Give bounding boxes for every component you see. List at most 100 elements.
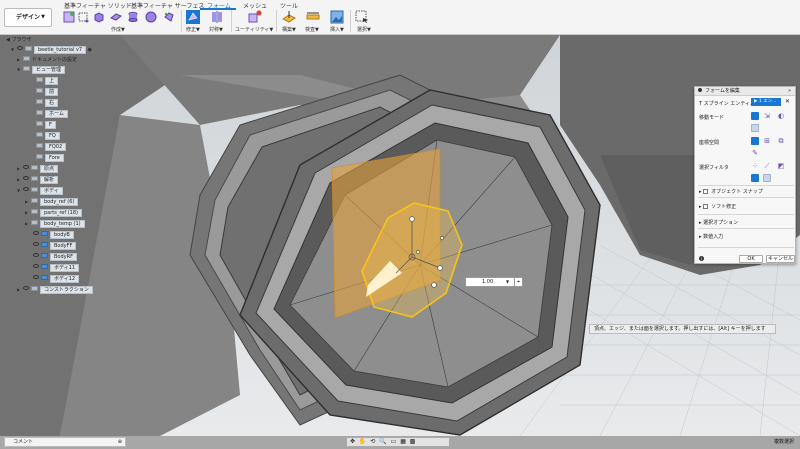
tab-surface[interactable]: 基準フィーチャ サーフェス — [131, 1, 204, 10]
torus-icon[interactable] — [163, 11, 175, 23]
tree-view-fq[interactable]: FQ — [36, 132, 60, 140]
utility-icon[interactable] — [248, 10, 262, 24]
tree-view-right[interactable]: 右 — [36, 99, 59, 107]
object-snap-checkbox[interactable] — [703, 189, 709, 194]
group-insert[interactable]: 挿入▼ — [330, 26, 344, 33]
vertex-filter-icon[interactable]: ⁘ — [751, 162, 759, 170]
numeric-input-row[interactable]: ▸ 数値入力 — [699, 233, 723, 240]
soft-modify-checkbox[interactable] — [703, 204, 709, 209]
group-inspect[interactable]: 検査▼ — [305, 26, 319, 33]
eye-icon[interactable] — [17, 46, 23, 50]
world-space-icon[interactable]: ⊞ — [763, 137, 771, 145]
tree-view-fore[interactable]: Fore — [36, 154, 64, 162]
tree-body-ref[interactable]: ▶ body_ref (6) — [25, 198, 79, 206]
tree-body-12[interactable]: ボディ12 — [33, 275, 80, 283]
selection-options-row[interactable]: ▸ 選択オプション — [699, 219, 738, 226]
parent-space-icon[interactable]: ✎ — [751, 149, 759, 157]
tree-view-fq02[interactable]: FQ02 — [36, 143, 67, 151]
eye-icon[interactable] — [33, 264, 39, 268]
tree-view-front[interactable]: 前 — [36, 88, 59, 96]
eye-icon[interactable] — [23, 165, 29, 169]
selection-options-label: 選択オプション — [703, 220, 739, 226]
translate-icon[interactable]: ⇲ — [763, 112, 771, 120]
divider — [698, 214, 794, 215]
tree-body-b[interactable]: bodyB — [33, 231, 74, 239]
sphere-icon[interactable] — [145, 11, 157, 23]
eye-icon[interactable] — [33, 242, 39, 246]
comments-panel[interactable]: コメント ⊕ — [4, 437, 126, 447]
group-construct[interactable]: 構築▼ — [282, 26, 296, 33]
create-form-icon[interactable] — [63, 11, 75, 23]
body-filter-icon[interactable] — [763, 174, 771, 182]
tree-view-top[interactable]: 上 — [36, 77, 59, 85]
face-filter-icon[interactable]: ◩ — [777, 162, 785, 170]
tree-analysis[interactable]: ▶ 解析 — [17, 176, 59, 184]
eye-icon[interactable] — [23, 176, 29, 180]
dialog-header[interactable]: フォームを編集 » — [695, 87, 795, 96]
info-icon[interactable]: i — [699, 256, 704, 261]
group-utility[interactable]: ユーティリティ▼ — [235, 26, 273, 33]
tree-body-temp[interactable]: ▶ body_temp (1) — [25, 220, 85, 228]
distance-input[interactable]: 1.00 ▼ ⌖ — [465, 277, 523, 287]
multi-transform-icon[interactable] — [751, 112, 759, 120]
tree-body-ff[interactable]: BodyFF — [33, 242, 77, 250]
navigation-bar[interactable]: ✥ ✋ ⟲ 🔍 ▭ ▦ ▩ — [346, 437, 450, 447]
add-comment-icon[interactable]: ⊕ — [118, 438, 122, 446]
tree-root[interactable]: ▼ beetle_tutorial v7 ◉ — [11, 46, 92, 54]
tree-body-rf[interactable]: BodyRF — [33, 253, 77, 261]
object-snap-row[interactable]: ▸ オブジェクト スナップ — [699, 188, 763, 195]
model-scene[interactable]: 右 — [0, 35, 800, 436]
chevron-down-icon[interactable]: ▼ — [506, 278, 509, 286]
group-create[interactable]: 作成▼ — [111, 26, 125, 33]
clear-selection-icon[interactable]: ✕ — [785, 98, 790, 105]
group-symmetry[interactable]: 対称▼ — [209, 26, 223, 33]
soft-modify-row[interactable]: ▸ ソフト修正 — [699, 203, 736, 210]
group-modify[interactable]: 修正▼ — [186, 26, 200, 33]
edge-filter-icon[interactable]: ⟋ — [763, 162, 771, 170]
eye-icon[interactable] — [33, 275, 39, 279]
tree-bodies[interactable]: ▼ ボディ — [17, 187, 63, 195]
workspace-dropdown[interactable]: デザイン ▼ — [4, 8, 52, 27]
eye-icon[interactable] — [33, 253, 39, 257]
all-filter-icon[interactable] — [751, 174, 759, 182]
view-space-icon[interactable] — [751, 137, 759, 145]
plane-icon[interactable] — [110, 11, 122, 23]
sketch-box-icon[interactable] — [77, 11, 89, 23]
select-icon[interactable] — [355, 10, 369, 24]
tree-named-views[interactable]: ▼ ビュー管理 — [17, 66, 66, 74]
tree-doc-settings[interactable]: ▶ ドキュメントの設定 — [17, 56, 77, 64]
local-space-icon[interactable]: ⧉ — [777, 137, 785, 145]
eye-icon[interactable] — [23, 286, 29, 290]
pin-icon[interactable]: ⌖ — [514, 278, 522, 286]
tree-label: コンストラクション — [40, 286, 93, 294]
construct-icon[interactable] — [282, 10, 296, 24]
tab-solid[interactable]: 基準フィーチャ ソリッド — [64, 1, 132, 10]
tree-body-11[interactable]: ボディ11 — [33, 264, 80, 272]
insert-image-icon[interactable] — [330, 10, 344, 24]
record-icon[interactable]: ◉ — [88, 47, 92, 53]
symmetry-icon[interactable] — [210, 10, 224, 24]
edit-form-icon[interactable] — [186, 10, 200, 24]
eye-icon[interactable] — [33, 231, 39, 235]
ok-button[interactable]: OK — [739, 255, 763, 263]
tree-parts-ref[interactable]: ▶ parts_ref (18) — [25, 209, 82, 217]
tree-origin[interactable]: ▶ 原点 — [17, 165, 59, 173]
measure-icon[interactable] — [306, 10, 320, 24]
cylinder-icon[interactable] — [127, 11, 139, 23]
tree-view-home[interactable]: ホーム — [36, 110, 68, 118]
box-icon[interactable] — [93, 11, 105, 23]
group-select[interactable]: 選択▼ — [357, 26, 371, 33]
tab-mesh[interactable]: メッシュ — [243, 1, 267, 10]
distance-value[interactable]: 1.00 — [482, 278, 493, 286]
cancel-button[interactable]: キャンセル — [766, 255, 795, 263]
rotate-icon[interactable]: ◐ — [777, 112, 785, 120]
scale-icon[interactable] — [751, 124, 759, 132]
minimize-icon[interactable]: » — [788, 87, 791, 96]
tree-construction[interactable]: ▶ コンストラクション — [17, 286, 93, 294]
tree-view-f[interactable]: F — [36, 121, 56, 129]
tab-tools[interactable]: ツール — [280, 1, 298, 10]
canvas-viewport[interactable]: 右 — [0, 35, 800, 436]
selected-entities-chip[interactable]: ▶ 1 エン... — [751, 98, 781, 106]
tree-label: BodyRF — [50, 253, 77, 261]
eye-icon[interactable] — [23, 187, 29, 191]
